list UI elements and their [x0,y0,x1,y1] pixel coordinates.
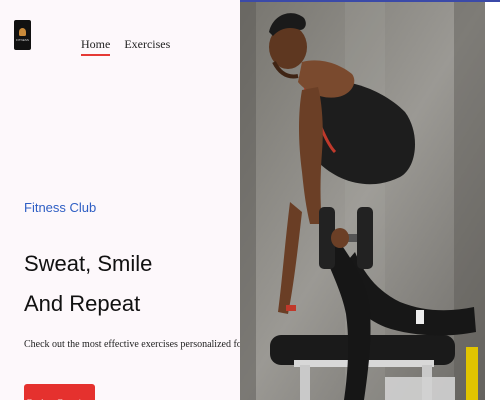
headline-line-2: And Repeat [24,291,141,316]
main-nav: Home Exercises [81,37,170,56]
explore-exercises-button[interactable]: Explore Exercises [24,384,95,400]
hero-headline: Sweat, Smile And Repeat [24,244,152,324]
hero-image [240,2,485,400]
hero-eyebrow: Fitness Club [24,200,97,215]
hero-subtext: Check out the most effective exercises p… [24,339,263,350]
logo-figure-icon [19,28,26,36]
logo-text: FITNESS [16,38,29,42]
headline-line-1: Sweat, Smile [24,251,153,276]
hero-text-panel: FITNESS Home Exercises Fitness Club Swea… [0,0,263,400]
nav-exercises-link[interactable]: Exercises [124,37,170,56]
gym-logo[interactable]: FITNESS [14,20,31,50]
nav-home-link[interactable]: Home [81,37,111,56]
